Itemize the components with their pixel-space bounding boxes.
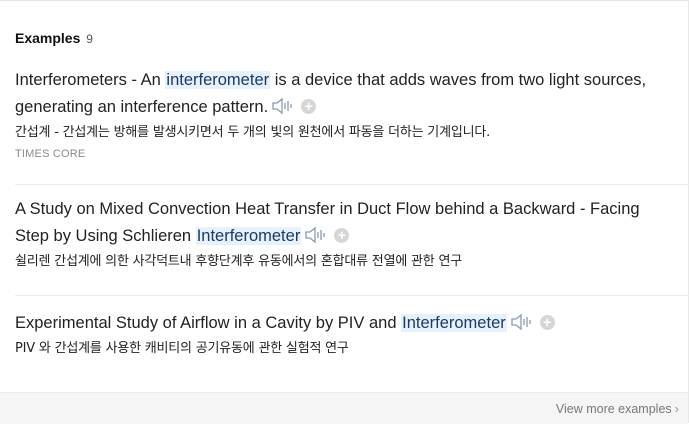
add-icon[interactable]: + [539, 314, 555, 330]
view-more-examples-link[interactable]: View more examples › [556, 401, 679, 416]
example-item: Experimental Study of Airflow in a Cavit… [15, 310, 675, 359]
example-highlight: interferometer [165, 71, 271, 89]
divider [15, 295, 689, 296]
example-korean: 간섭계 - 간섭계는 방해를 발생시키면서 두 개의 빛의 원천에서 파동을 더… [15, 125, 491, 140]
speaker-icon[interactable] [304, 225, 328, 245]
add-icon[interactable]: + [334, 227, 350, 243]
example-english: A Study on Mixed Convection Heat Transfe… [15, 196, 675, 250]
examples-title: Examples [15, 30, 81, 46]
example-highlight: Interferometer [195, 227, 302, 245]
footer-bar: View more examples › [0, 392, 688, 424]
example-item: Interferometers - An interferometer is a… [15, 67, 675, 160]
example-english: Interferometers - An interferometer is a… [15, 67, 675, 121]
example-english: Experimental Study of Airflow in a Cavit… [15, 310, 675, 337]
example-korean: PIV 와 간섭계를 사용한 캐비티의 공기유동에 관한 실험적 연구 [15, 341, 349, 356]
divider [15, 184, 689, 185]
example-highlight: Interferometer [401, 314, 507, 332]
example-text: Experimental Study of Airflow in a Cavit… [15, 314, 402, 332]
top-border [0, 0, 689, 1]
example-source: TIMES CORE [15, 148, 86, 160]
examples-count: 9 [86, 32, 93, 46]
chevron-right-icon: › [674, 401, 679, 416]
speaker-icon[interactable] [271, 96, 295, 116]
example-korean: 쉴리렌 간섭계에 의한 사각덕트내 후향단계후 유동에서의 혼합대류 전열에 관… [15, 254, 462, 269]
view-more-label: View more examples [555, 402, 672, 416]
example-text: Interferometers - An [15, 71, 166, 89]
examples-header: Examples 9 [15, 30, 93, 46]
add-icon[interactable]: + [301, 98, 317, 114]
example-item: A Study on Mixed Convection Heat Transfe… [15, 196, 675, 272]
speaker-icon[interactable] [510, 312, 534, 332]
